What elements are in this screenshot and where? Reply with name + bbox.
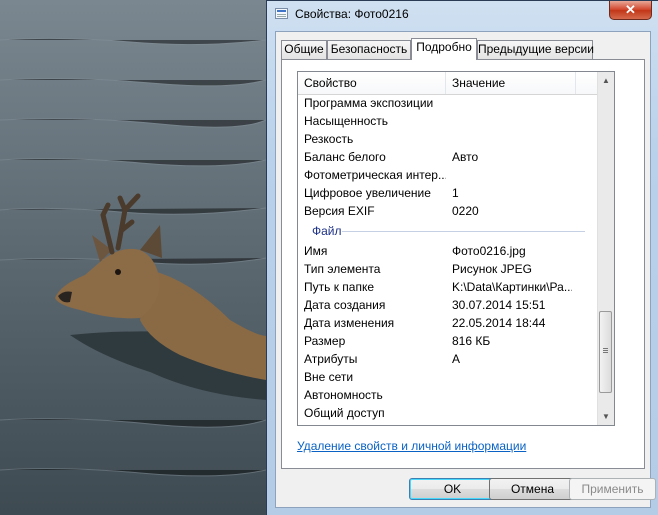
tab-details[interactable]: Подробно	[411, 38, 477, 60]
list-item[interactable]: Дата создания 30.07.2014 15:51	[298, 296, 597, 314]
property-name: Программа экспозиции	[304, 96, 434, 110]
property-name: Баланс белого	[304, 150, 386, 164]
list-body: Программа экспозиции Насыщенность Резкос…	[298, 94, 597, 422]
property-value: 816 КБ	[452, 334, 491, 348]
list-item[interactable]: Версия EXIF 0220	[298, 202, 597, 220]
list-item[interactable]: Размер 816 КБ	[298, 332, 597, 350]
property-name: Резкость	[304, 132, 354, 146]
column-header-property[interactable]: Свойство	[298, 72, 446, 94]
list-item[interactable]: Автономность	[298, 386, 597, 404]
property-value: Фото0216.jpg	[452, 244, 526, 258]
title-bar[interactable]: Свойства: Фото0216 ✕	[267, 1, 658, 27]
file-properties-icon	[275, 8, 288, 19]
property-name: Общий доступ	[304, 406, 385, 420]
list-item[interactable]: Цифровое увеличение 1	[298, 184, 597, 202]
property-value: 22.05.2014 18:44	[452, 316, 546, 330]
tab-general[interactable]: Общие	[281, 40, 327, 59]
tab-security[interactable]: Безопасность	[327, 40, 411, 59]
property-name: Дата изменения	[304, 316, 395, 330]
property-name: Размер	[304, 334, 346, 348]
column-header-value[interactable]: Значение	[446, 72, 576, 94]
scrollbar-thumb[interactable]	[599, 311, 612, 393]
property-name: Версия EXIF	[304, 204, 375, 218]
list-item[interactable]: Баланс белого Авто	[298, 148, 597, 166]
list-item[interactable]: Общий доступ	[298, 404, 597, 422]
cancel-button[interactable]: Отмена	[489, 478, 576, 500]
property-name: Автономность	[304, 388, 383, 402]
property-name: Насыщенность	[304, 114, 389, 128]
list-item[interactable]: Атрибуты A	[298, 350, 597, 368]
list-item[interactable]: Путь к папке K:\Data\Картинки\Ра...	[298, 278, 597, 296]
property-name: Дата создания	[304, 298, 386, 312]
dialog-client-area: Общие Безопасность Подробно Предыдущие в…	[275, 31, 656, 508]
property-value: K:\Data\Картинки\Ра...	[452, 280, 572, 294]
group-header-file[interactable]: Файл	[298, 220, 597, 242]
property-name: Атрибуты	[304, 352, 358, 366]
property-name: Тип элемента	[304, 262, 381, 276]
property-name: Путь к папке	[304, 280, 375, 294]
property-value: A	[452, 352, 461, 366]
apply-button[interactable]: Применить	[569, 478, 656, 500]
properties-dialog: Свойства: Фото0216 ✕ Общие Безопасность …	[266, 0, 658, 515]
window-title: Свойства: Фото0216	[295, 7, 409, 21]
list-item[interactable]: Насыщенность	[298, 112, 597, 130]
group-title: Файл	[312, 224, 342, 238]
list-item[interactable]: Резкость	[298, 130, 597, 148]
list-item[interactable]: Вне сети	[298, 368, 597, 386]
scroll-down-arrow-icon[interactable]: ▼	[598, 408, 614, 425]
tab-previous-versions[interactable]: Предыдущие версии	[477, 40, 594, 59]
properties-list[interactable]: Свойство Значение Программа экспозиции Н…	[297, 71, 615, 426]
list-header: Свойство Значение	[298, 72, 597, 95]
property-value: 0220	[452, 204, 479, 218]
vertical-scrollbar[interactable]: ▲ ▼	[597, 72, 614, 425]
property-value: Рисунок JPEG	[452, 262, 532, 276]
property-name: Фотометрическая интер...	[304, 168, 446, 182]
list-item[interactable]: Имя Фото0216.jpg	[298, 242, 597, 260]
remove-properties-link[interactable]: Удаление свойств и личной информации	[297, 439, 526, 453]
close-button[interactable]: ✕	[609, 1, 652, 20]
group-divider	[342, 231, 585, 232]
list-item[interactable]: Тип элемента Рисунок JPEG	[298, 260, 597, 278]
property-value: 30.07.2014 15:51	[452, 298, 546, 312]
list-item[interactable]: Фотометрическая интер...	[298, 166, 597, 184]
property-name: Вне сети	[304, 370, 354, 384]
list-item[interactable]: Программа экспозиции	[298, 94, 597, 112]
property-name: Цифровое увеличение	[304, 186, 431, 200]
property-value: 1	[452, 186, 459, 200]
property-value: Авто	[452, 150, 479, 164]
ok-button[interactable]: OK	[409, 478, 496, 500]
property-name: Имя	[304, 244, 328, 258]
list-item[interactable]: Дата изменения 22.05.2014 18:44	[298, 314, 597, 332]
scroll-up-arrow-icon[interactable]: ▲	[598, 72, 614, 89]
